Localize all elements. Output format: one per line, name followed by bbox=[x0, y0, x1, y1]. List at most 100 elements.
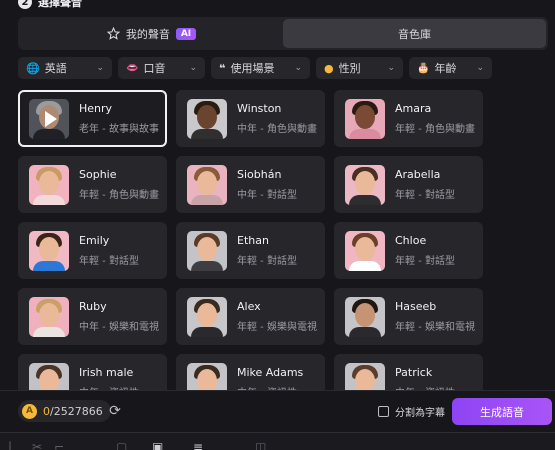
trim-icon[interactable]: ⌐ bbox=[54, 441, 64, 450]
cut-icon[interactable]: ✂ bbox=[32, 441, 42, 450]
avatar bbox=[345, 230, 385, 271]
voice-description: 年輕 - 對話型 bbox=[79, 256, 139, 267]
voice-name: Siobhán bbox=[237, 168, 282, 181]
voice-description: 年輕 - 娛樂和電視 bbox=[395, 322, 475, 333]
section-title: 選擇聲音 bbox=[38, 0, 82, 9]
tab-my-voices-label: 我的聲音 bbox=[125, 27, 170, 41]
chevron-down-icon: ⌄ bbox=[294, 63, 302, 73]
split-subtitles-checkbox[interactable] bbox=[378, 406, 389, 417]
voice-card-ethan[interactable]: Ethan 年輕 - 對話型 bbox=[176, 222, 325, 279]
voice-card-amara[interactable]: Amara 年輕 - 角色與動畫 bbox=[334, 90, 483, 147]
person-icon: ● bbox=[324, 61, 334, 75]
filter-accent[interactable]: 👄 口音 ⌄ bbox=[118, 57, 205, 79]
voice-description: 中年 - 角色與動畫 bbox=[237, 124, 317, 135]
generate-speech-button[interactable]: 生成語音 bbox=[452, 398, 552, 425]
star-icon bbox=[106, 27, 120, 40]
quote-icon: ❝ bbox=[219, 61, 226, 75]
chevron-down-icon: ⌄ bbox=[96, 63, 104, 73]
split-subtitles-label: 分割為字幕 bbox=[395, 408, 445, 419]
lips-icon: 👄 bbox=[126, 62, 139, 74]
voice-name: Chloe bbox=[395, 234, 427, 247]
section-header: 2 選擇聲音 bbox=[18, 0, 82, 10]
voice-name: Irish male bbox=[79, 366, 134, 379]
voice-name: Haseeb bbox=[395, 300, 437, 313]
refresh-icon[interactable]: ⟳ bbox=[107, 403, 123, 419]
action-bar: A 0/2527866 ⟳ 分割為字幕 生成語音 bbox=[0, 390, 555, 430]
filter-language-label: 英語 bbox=[44, 62, 67, 75]
voice-description: 年輕 - 娛樂與電視 bbox=[237, 322, 317, 333]
voice-description: 年輕 - 角色與動畫 bbox=[395, 124, 475, 135]
voice-card-haseeb[interactable]: Haseeb 年輕 - 娛樂和電視 bbox=[334, 288, 483, 345]
ai-badge: AI bbox=[175, 27, 197, 40]
chevron-down-icon: ⌄ bbox=[476, 63, 484, 73]
filter-bar: 🌐 英語 ⌄ 👄 口音 ⌄ ❝ 使用場景 ⌄ ● 性別 ⌄ 🎂 年齡 ⌄ bbox=[18, 57, 492, 79]
split-subtitles-option[interactable]: 分割為字幕 bbox=[378, 404, 445, 419]
filter-age-label: 年齡 bbox=[434, 62, 457, 75]
voice-description: 中年 - 對話型 bbox=[237, 190, 297, 201]
bottom-toolbar: | ✂ ⌐ ▢ ▣ ≡ ◫ bbox=[0, 432, 555, 450]
voice-card-alex[interactable]: Alex 年輕 - 娛樂與電視 bbox=[176, 288, 325, 345]
voice-name: Patrick bbox=[395, 366, 433, 379]
voice-grid: Henry 老年 - 故事與故事 Winston 中年 - 角色與動畫 Amara 年… bbox=[18, 90, 538, 411]
tab-my-voices[interactable]: 我的聲音 AI bbox=[20, 19, 283, 48]
voice-source-tabs: 我的聲音 AI 音色庫 bbox=[18, 17, 548, 50]
step-number-badge: 2 bbox=[18, 0, 32, 9]
avatar bbox=[187, 296, 227, 337]
voice-description: 年輕 - 對話型 bbox=[237, 256, 297, 267]
filter-gender[interactable]: ● 性別 ⌄ bbox=[316, 57, 403, 79]
avatar bbox=[29, 296, 69, 337]
voice-name: Henry bbox=[79, 102, 113, 115]
voice-name: Ethan bbox=[237, 234, 269, 247]
avatar bbox=[187, 230, 227, 271]
avatar bbox=[29, 164, 69, 205]
voice-name: Ruby bbox=[79, 300, 107, 313]
voice-name: Arabella bbox=[395, 168, 441, 181]
crop-icon[interactable]: ◫ bbox=[255, 441, 266, 450]
filter-gender-label: 性別 bbox=[338, 62, 361, 75]
avatar bbox=[187, 164, 227, 205]
globe-icon: 🌐 bbox=[26, 61, 40, 75]
filter-language[interactable]: 🌐 英語 ⌄ bbox=[18, 57, 112, 79]
voice-description: 年輕 - 對話型 bbox=[395, 190, 455, 201]
voice-card-ruby[interactable]: Ruby 中年 - 娛樂和電視 bbox=[18, 288, 167, 345]
align-icon[interactable]: ≡ bbox=[193, 441, 203, 450]
voice-name: Emily bbox=[79, 234, 110, 247]
voice-card-emily[interactable]: Emily 年輕 - 對話型 bbox=[18, 222, 167, 279]
avatar bbox=[29, 230, 69, 271]
cake-icon: 🎂 bbox=[417, 62, 430, 74]
voice-description: 老年 - 故事與故事 bbox=[79, 124, 159, 135]
credits-counter: A 0/2527866 bbox=[18, 400, 111, 422]
tab-voice-library[interactable]: 音色庫 bbox=[283, 19, 546, 48]
tab-voice-library-label: 音色庫 bbox=[398, 27, 431, 41]
divider-icon: | bbox=[8, 440, 13, 450]
copy-icon[interactable]: ▢ bbox=[116, 441, 127, 450]
text-icon[interactable]: ▣ bbox=[152, 441, 163, 450]
filter-accent-label: 口音 bbox=[143, 62, 166, 75]
play-icon[interactable] bbox=[29, 98, 69, 139]
voice-description: 年輕 - 對話型 bbox=[395, 256, 455, 267]
filter-scenario-label: 使用場景 bbox=[230, 62, 275, 75]
voice-card-siobhan[interactable]: Siobhán 中年 - 對話型 bbox=[176, 156, 325, 213]
voice-name: Mike Adams bbox=[237, 366, 304, 379]
coin-icon: A bbox=[22, 403, 37, 419]
chevron-down-icon: ⌄ bbox=[387, 63, 395, 73]
filter-age[interactable]: 🎂 年齡 ⌄ bbox=[409, 57, 492, 79]
avatar bbox=[345, 296, 385, 337]
voice-card-sophie[interactable]: Sophie 年輕 - 角色與動畫 bbox=[18, 156, 167, 213]
avatar bbox=[345, 98, 385, 139]
voice-card-winston[interactable]: Winston 中年 - 角色與動畫 bbox=[176, 90, 325, 147]
voice-description: 中年 - 娛樂和電視 bbox=[79, 322, 159, 333]
voice-card-chloe[interactable]: Chloe 年輕 - 對話型 bbox=[334, 222, 483, 279]
avatar bbox=[29, 98, 69, 139]
voice-card-arabella[interactable]: Arabella 年輕 - 對話型 bbox=[334, 156, 483, 213]
credits-total: /2527866 bbox=[50, 404, 103, 418]
chevron-down-icon: ⌄ bbox=[189, 63, 197, 73]
voice-description: 年輕 - 角色與動畫 bbox=[79, 190, 159, 201]
voice-name: Winston bbox=[237, 102, 282, 115]
voice-name: Sophie bbox=[79, 168, 117, 181]
voice-name: Alex bbox=[237, 300, 261, 313]
voice-name: Amara bbox=[395, 102, 432, 115]
voice-card-henry[interactable]: Henry 老年 - 故事與故事 bbox=[18, 90, 167, 147]
avatar bbox=[187, 98, 227, 139]
filter-scenario[interactable]: ❝ 使用場景 ⌄ bbox=[211, 57, 310, 79]
